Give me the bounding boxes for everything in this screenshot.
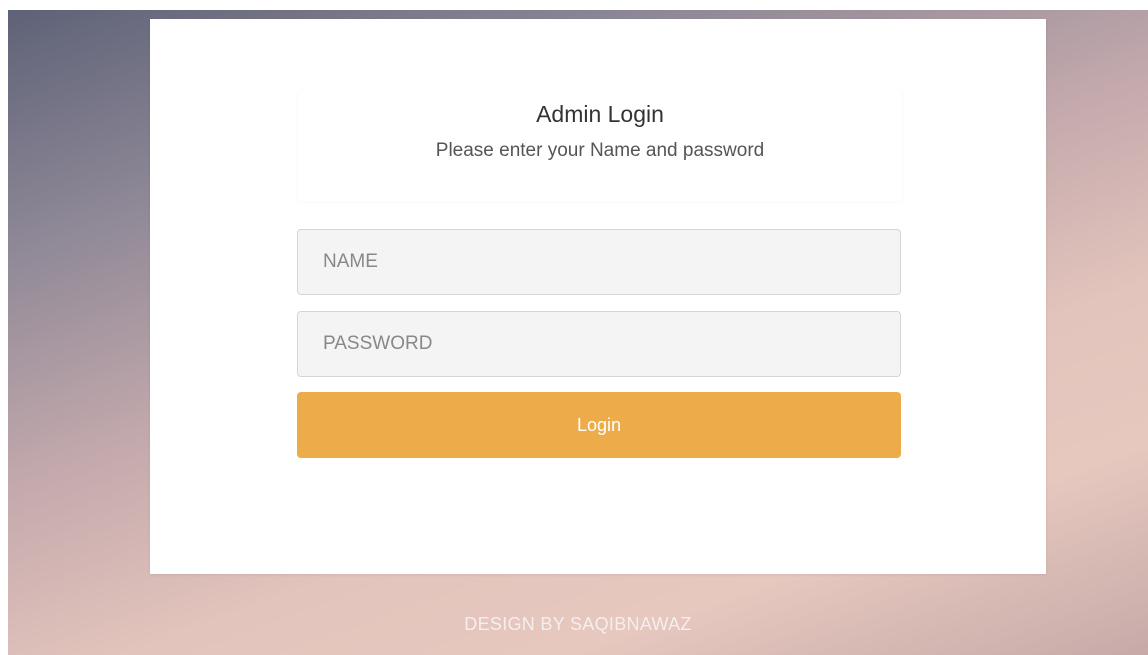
name-input[interactable] xyxy=(297,229,901,295)
login-instructions: Please enter your Name and password xyxy=(435,140,765,161)
page-title: Admin Login xyxy=(536,101,664,127)
login-header: Admin Login Please enter your Name and p… xyxy=(298,89,902,201)
login-button[interactable]: Login xyxy=(297,392,901,458)
password-input[interactable] xyxy=(297,311,901,377)
page-background: Admin Login Please enter your Name and p… xyxy=(8,10,1148,655)
footer-credit: DESIGN BY SAQIBNAWAZ xyxy=(464,614,692,634)
login-card: Admin Login Please enter your Name and p… xyxy=(150,19,1046,574)
